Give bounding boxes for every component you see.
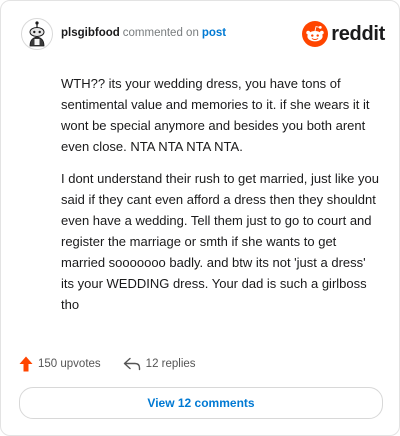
replies-count: 12 replies (145, 358, 196, 370)
avatar-icon[interactable] (21, 18, 53, 50)
comment-header: plsgibfood commented on post reddit (21, 18, 385, 50)
comment-paragraph: I dont understand their rush to get marr… (61, 171, 379, 312)
reddit-logo[interactable]: reddit (302, 20, 385, 48)
post-link[interactable]: post (202, 27, 226, 39)
view-comments-button[interactable]: View 12 comments (19, 387, 383, 419)
upvotes-count: 150 upvotes (38, 358, 101, 370)
comment-body: WTH?? its your wedding dress, you have t… (61, 73, 381, 326)
upvote-arrow-icon (19, 356, 33, 372)
commented-on-text: commented on (122, 27, 199, 39)
reply-icon (123, 357, 140, 371)
comment-meta: plsgibfood commented on post (61, 26, 226, 40)
comment-paragraph: WTH?? its your wedding dress, you have t… (61, 76, 370, 154)
reddit-alien-icon (302, 21, 329, 47)
comment-card: plsgibfood commented on post reddit WTH?? … (0, 0, 400, 436)
comment-actions: 150 upvotes 12 replies (19, 353, 196, 375)
username-link[interactable]: plsgibfood (61, 27, 120, 39)
reddit-wordmark: reddit (331, 22, 385, 45)
upvote-button[interactable]: 150 upvotes (19, 356, 101, 372)
reply-button[interactable]: 12 replies (123, 357, 196, 371)
